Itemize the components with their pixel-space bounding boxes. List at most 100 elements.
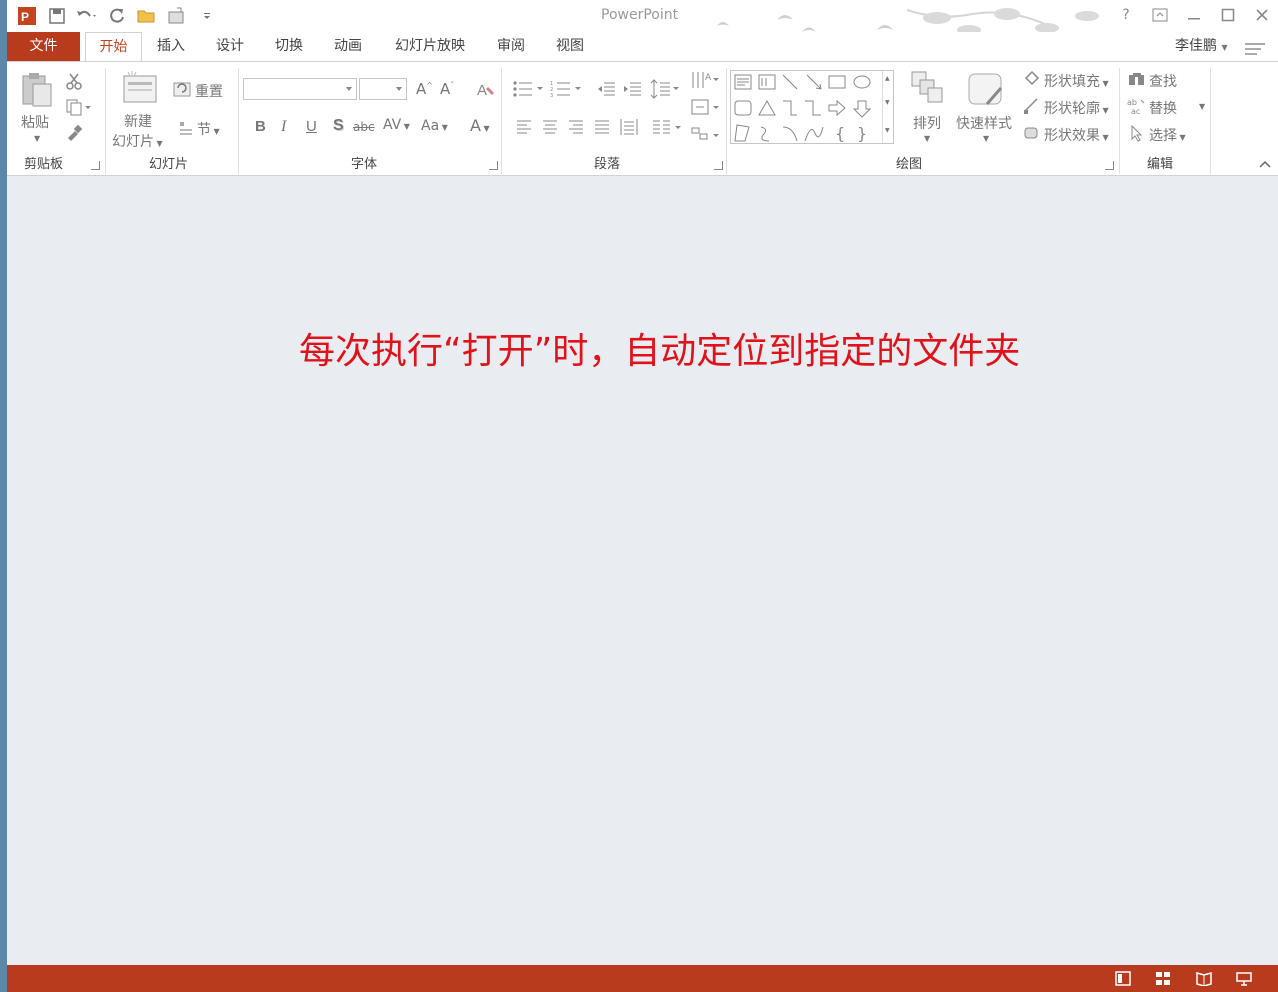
italic-button[interactable]: I: [281, 118, 286, 136]
chevron-down-icon[interactable]: ▼: [1199, 102, 1205, 111]
tab-review[interactable]: 审阅: [487, 32, 535, 61]
chevron-down-icon[interactable]: ▼: [885, 99, 890, 106]
clipboard-group: 粘贴 ▼ 剪贴板: [7, 62, 105, 176]
undo-icon[interactable]: [75, 5, 99, 27]
ribbon-tabs: 文件 开始 插入 设计 切换 动画 幻灯片放映 审阅 视图 李佳鹏 ▼: [7, 32, 1278, 62]
columns-icon[interactable]: [652, 119, 682, 135]
distributed-icon[interactable]: [620, 118, 638, 136]
collapse-ribbon-icon[interactable]: [1259, 160, 1271, 168]
shape-outline-icon[interactable]: [1023, 97, 1041, 115]
paste-icon[interactable]: [19, 70, 55, 110]
tab-animations[interactable]: 动画: [324, 32, 372, 61]
shape-outline-button[interactable]: 形状轮廓 ▼: [1044, 98, 1109, 118]
align-right-icon[interactable]: [568, 120, 584, 134]
select-button[interactable]: 选择 ▼: [1149, 125, 1186, 145]
increase-indent-icon[interactable]: [622, 82, 642, 96]
paste-label[interactable]: 粘贴: [21, 112, 49, 132]
tab-transitions[interactable]: 切换: [265, 32, 313, 61]
convert-to-smartart-icon[interactable]: [690, 126, 720, 144]
more-icon[interactable]: ▼: [885, 127, 890, 134]
drawing-dialog-launcher[interactable]: [1105, 161, 1114, 170]
redo-icon[interactable]: [105, 5, 129, 27]
font-name-combo[interactable]: [243, 78, 357, 100]
maximize-icon[interactable]: [1218, 5, 1238, 25]
replace-button[interactable]: 替换: [1149, 98, 1177, 118]
ribbon-display-options-icon[interactable]: [1150, 5, 1170, 25]
tab-home[interactable]: 开始: [85, 32, 142, 62]
tab-file[interactable]: 文件: [7, 32, 80, 61]
gallery-scrollbar[interactable]: ▲ ▼ ▼: [882, 71, 893, 143]
numbering-icon[interactable]: 123: [550, 80, 584, 98]
format-painter-icon[interactable]: [65, 124, 83, 142]
replace-icon[interactable]: abac: [1127, 97, 1147, 115]
underline-button[interactable]: U: [306, 118, 317, 135]
justify-icon[interactable]: [594, 120, 610, 134]
shape-fill-icon[interactable]: [1023, 70, 1041, 88]
new-slide-label[interactable]: 新建: [124, 111, 152, 131]
decrease-indent-icon[interactable]: [596, 82, 616, 96]
slide-sorter-icon[interactable]: [1155, 971, 1171, 986]
minimize-icon[interactable]: [1184, 5, 1204, 25]
strikethrough-button[interactable]: abc: [353, 120, 375, 134]
decrease-font-size-icon[interactable]: Aˇ: [440, 80, 454, 98]
section-label[interactable]: 节 ▼: [197, 119, 220, 139]
shapes-gallery[interactable]: { } ▲ ▼ ▼: [730, 70, 894, 144]
slideshow-icon[interactable]: [1236, 971, 1252, 986]
tab-insert[interactable]: 插入: [147, 32, 195, 61]
bullets-icon[interactable]: [512, 80, 546, 98]
text-direction-icon[interactable]: A: [690, 70, 720, 90]
tab-slideshow[interactable]: 幻灯片放映: [383, 32, 477, 61]
normal-view-icon[interactable]: [1115, 971, 1131, 986]
avatar[interactable]: [1243, 38, 1269, 60]
chevron-down-icon[interactable]: ▼: [983, 134, 989, 143]
align-text-icon[interactable]: [690, 98, 720, 116]
clear-formatting-icon[interactable]: A: [475, 80, 495, 100]
paragraph-dialog-launcher[interactable]: [714, 161, 723, 170]
font-dialog-launcher[interactable]: [489, 161, 498, 170]
find-button[interactable]: 查找: [1149, 71, 1177, 91]
quick-styles-label[interactable]: 快速样式: [956, 113, 1012, 133]
increase-font-size-icon[interactable]: A^: [416, 80, 433, 98]
arrange-icon[interactable]: [910, 70, 946, 106]
reset-icon[interactable]: [172, 80, 192, 98]
section-icon[interactable]: [178, 120, 194, 136]
new-slide-label-2[interactable]: 幻灯片 ▼: [112, 131, 163, 151]
clipboard-dialog-launcher[interactable]: [91, 161, 100, 170]
arrange-label[interactable]: 排列: [913, 113, 941, 133]
customize-icon[interactable]: [195, 5, 219, 27]
find-icon[interactable]: [1128, 71, 1146, 87]
tab-view[interactable]: 视图: [546, 32, 594, 61]
reset-label[interactable]: 重置: [195, 81, 223, 101]
powerpoint-logo-icon[interactable]: P: [15, 5, 39, 27]
close-icon[interactable]: [1252, 5, 1272, 25]
text-shadow-button[interactable]: S: [333, 117, 344, 135]
font-color-button[interactable]: A ▼: [470, 116, 490, 135]
chevron-down-icon[interactable]: ▼: [34, 134, 40, 143]
shape-fill-button[interactable]: 形状填充 ▼: [1044, 71, 1109, 91]
save-icon[interactable]: [45, 5, 69, 27]
chevron-up-icon[interactable]: ▲: [885, 75, 890, 82]
chevron-down-icon[interactable]: ▼: [924, 134, 930, 143]
align-left-icon[interactable]: [516, 120, 532, 134]
help-icon[interactable]: ?: [1116, 5, 1136, 25]
new-icon[interactable]: [165, 5, 189, 27]
shape-effects-button[interactable]: 形状效果 ▼: [1044, 125, 1109, 145]
character-spacing-button[interactable]: AV ▼: [383, 117, 410, 133]
bold-button[interactable]: B: [255, 118, 266, 135]
shapes-icon[interactable]: { }: [731, 71, 893, 143]
slide-editing-area[interactable]: 每次执行“打开”时，自动定位到指定的文件夹: [7, 176, 1278, 965]
change-case-button[interactable]: Aa ▼: [421, 118, 448, 134]
user-account[interactable]: 李佳鹏 ▼: [1175, 32, 1228, 61]
reading-view-icon[interactable]: [1196, 971, 1212, 986]
font-size-combo[interactable]: [359, 78, 407, 100]
tab-design[interactable]: 设计: [206, 32, 254, 61]
copy-icon[interactable]: [65, 98, 91, 116]
cut-icon[interactable]: [65, 72, 83, 90]
shape-effects-icon[interactable]: [1023, 124, 1041, 142]
line-spacing-icon[interactable]: [650, 79, 680, 99]
open-icon[interactable]: [135, 5, 159, 27]
quick-styles-icon[interactable]: [965, 70, 1005, 110]
align-center-icon[interactable]: [542, 120, 558, 134]
new-slide-icon[interactable]: [122, 70, 158, 106]
select-cursor-icon[interactable]: [1129, 124, 1145, 142]
